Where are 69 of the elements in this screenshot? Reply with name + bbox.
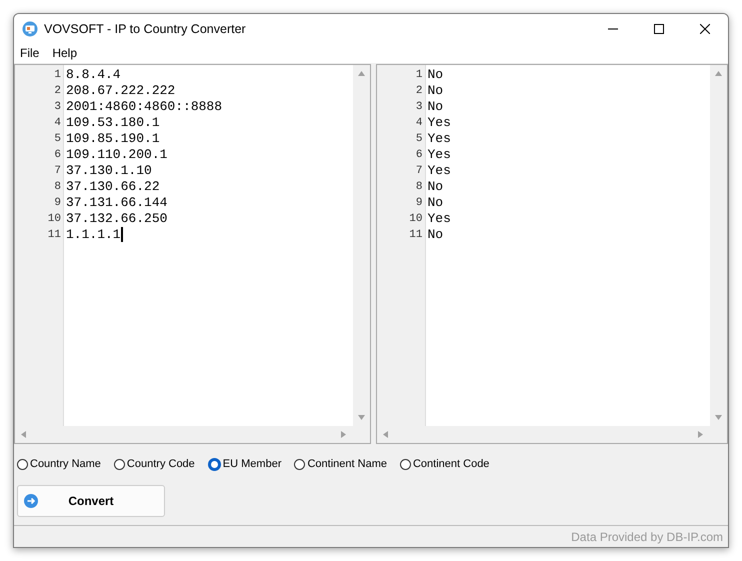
scroll-down-icon[interactable]: [715, 414, 722, 420]
code-line: 109.110.200.1: [66, 146, 168, 163]
code-line: 37.130.66.22: [66, 178, 160, 195]
code-line: No: [428, 226, 444, 243]
scroll-left-icon[interactable]: [21, 430, 26, 438]
code-line: 37.132.66.250: [66, 210, 168, 227]
line-number: 11: [408, 228, 424, 243]
code-line: 2001:4860:4860::8888: [66, 98, 222, 115]
scroll-up-icon[interactable]: [715, 70, 722, 76]
line-number: 4: [53, 116, 62, 131]
line-number: 7: [414, 164, 424, 179]
text-cursor: [120, 227, 123, 242]
code-line: 109.53.180.1: [66, 114, 160, 131]
line-number: 2: [414, 84, 424, 99]
code-line: 208.67.222.222: [66, 82, 176, 99]
radio-option[interactable]: Continent Name: [294, 458, 387, 470]
code-line: No: [428, 66, 444, 83]
line-number: 8: [53, 180, 62, 195]
code-line: 1.1.1.1: [66, 226, 121, 243]
line-number: 1: [414, 68, 424, 83]
line-number: 2: [53, 84, 62, 99]
code-line: No: [428, 82, 444, 99]
line-number: 3: [414, 100, 424, 115]
line-number: 10: [46, 212, 62, 227]
line-number: 9: [414, 196, 424, 211]
line-number: 4: [414, 116, 424, 131]
arrow-right-icon: [24, 494, 38, 508]
line-number: 8: [414, 180, 424, 195]
line-number: 5: [53, 132, 62, 147]
code-line: Yes: [428, 162, 451, 179]
code-line: No: [428, 98, 444, 115]
line-number: 10: [408, 212, 424, 227]
line-number: 6: [53, 148, 62, 163]
line-number: 9: [53, 196, 62, 211]
monitor-icon: [22, 20, 38, 36]
code-line: Yes: [428, 146, 451, 163]
scroll-down-icon[interactable]: [358, 414, 364, 420]
radio-option[interactable]: Continent Code: [400, 458, 490, 470]
code-line: 109.85.190.1: [66, 130, 160, 147]
maximize-icon: [654, 24, 664, 34]
code-line: Yes: [428, 130, 451, 147]
radio-option[interactable]: EU Member: [208, 458, 282, 471]
window-title: VOVSOFT - IP to Country Converter: [44, 22, 247, 36]
line-number: 7: [53, 164, 62, 179]
close-icon: [700, 24, 710, 34]
line-number: 5: [414, 132, 424, 147]
line-number: 11: [46, 228, 62, 243]
scroll-right-icon[interactable]: [340, 430, 346, 438]
text-editor[interactable]: 1 2 3 4 5 6 7 8 9 10 11 8.8.4.4 208.67.222.222 2001:4860:4860::8888 109.53.180.1 109.85.190.1 109.110.200.1 37.130.1.10 37.130.66.22 37.131.66.144 37.132.66.250 1.1.1.1: [14, 64, 370, 444]
code-line: Yes: [428, 114, 451, 131]
scroll-left-icon[interactable]: [382, 430, 388, 438]
code-line: No: [428, 178, 444, 195]
code-line: Yes: [428, 210, 451, 227]
code-line: 8.8.4.4: [66, 66, 121, 83]
status-text: Data Provided by DB-IP.com: [571, 530, 723, 544]
code-line: 37.130.1.10: [66, 162, 152, 179]
scroll-up-icon[interactable]: [358, 70, 364, 76]
menu-item[interactable]: File: [20, 46, 40, 60]
line-number: 1: [53, 68, 62, 83]
radio-option[interactable]: Country Code: [114, 458, 195, 470]
line-number: 3: [53, 100, 62, 115]
menu-item[interactable]: Help: [52, 46, 78, 60]
scroll-right-icon[interactable]: [698, 430, 703, 438]
radio-option[interactable]: Country Name: [17, 458, 101, 470]
code-line: 37.131.66.144: [66, 194, 168, 211]
line-number: 6: [414, 148, 424, 163]
text-editor[interactable]: 1 2 3 4 5 6 7 8 9 10 11 No No No Yes Yes Yes Yes No No Yes No: [376, 64, 728, 444]
code-line: No: [428, 194, 444, 211]
convert-button[interactable]: Convert: [17, 485, 165, 518]
